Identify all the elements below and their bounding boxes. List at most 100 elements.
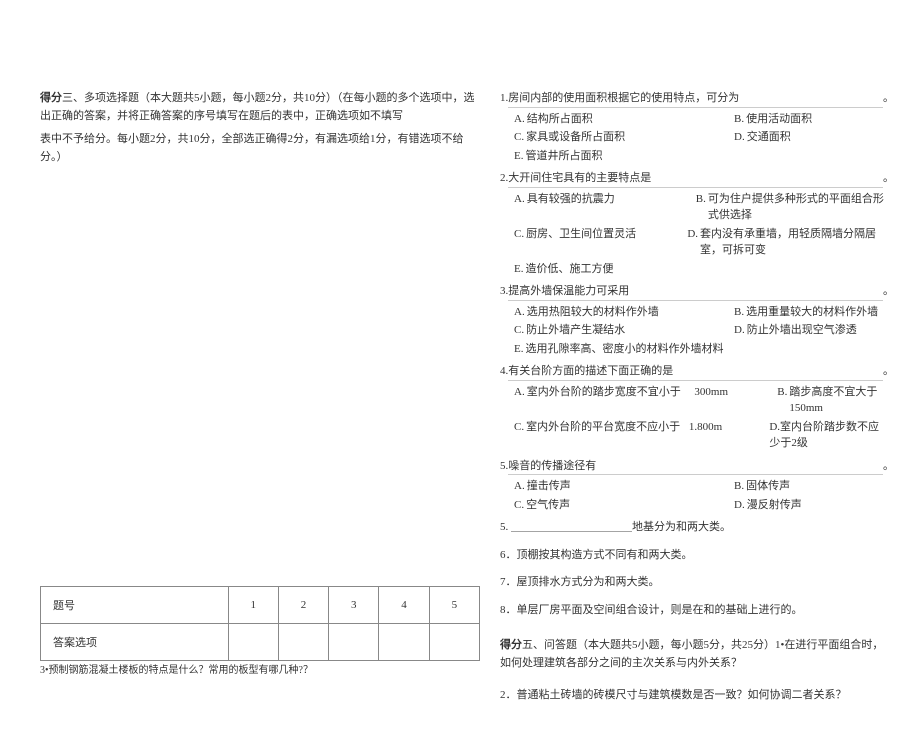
option-text: 踏步高度不宜大于150mm [789,384,886,417]
question-text: 噪音的传播途径有 [508,458,883,476]
col-2: 2 [278,587,328,624]
question-tail: 。 [883,90,894,107]
option-cell: D.交通面积 [734,129,894,146]
option-label: D. [734,322,745,339]
col-header-label: 题号 [41,587,229,624]
answer-table: 题号 1 2 3 4 5 答案选项 [40,586,480,661]
question-text: 提高外墙保温能力可采用 [508,283,883,301]
score-label: 得分 [40,92,62,104]
question-tail: 。 [883,458,894,475]
col-3: 3 [329,587,379,624]
question-block: 3.提高外墙保温能力可采用。A.选用热阻较大的材料作外墙B.选用重量较大的材料作… [500,283,894,357]
option-row: A.室内外台阶的踏步宽度不宜小于300mmB.踏步高度不宜大于150mm [514,384,894,417]
option-cell: D.防止外墙出现空气渗透 [734,322,865,339]
option-row: C.空气传声D.漫反射传声 [514,497,894,514]
option-row: E.选用孔隙率高、密度小的材料作外墙材料 [514,341,894,358]
question-row: 4.有关台阶方面的描述下面正确的是。 [500,363,894,381]
option-label: C. [514,226,524,243]
option-text: 管道井所占面积 [525,148,602,165]
option-cell: A.室内外台阶的踏步宽度不宜小于 [514,384,694,417]
option-text: 选用孔隙率高、密度小的材料作外墙材料 [525,341,723,358]
option-cell: B.使用活动面积 [734,111,894,128]
option-label: B. [696,191,706,208]
answer-cell[interactable] [278,624,328,661]
option-row: E.造价低、施工方便 [514,261,894,278]
option-text: 选用热阻较大的材料作外墙 [527,304,659,321]
option-label: A. [514,191,525,208]
col-1: 1 [228,587,278,624]
options: A.具有较强的抗震力B.可为住户提供多种形式的平面组合形式供选择C.厨房、卫生间… [500,191,894,278]
option-cell: B.固体传声 [734,478,798,495]
option-row: A.结构所占面积B.使用活动面积 [514,111,894,128]
option-text: 使用活动面积 [746,111,812,128]
option-text: 造价低、施工方便 [525,261,613,278]
option-row: A.撞击传声B.固体传声 [514,478,894,495]
fill-section: 5. ＿＿＿＿＿＿＿＿＿＿＿地基分为和两大类。 6．顶棚按其构造方式不同有和两大… [500,519,894,619]
option-row: A.选用热阻较大的材料作外墙B.选用重量较大的材料作外墙 [514,304,894,321]
option-cell: C.防止外墙产生凝结水 [514,322,734,339]
answer-cell[interactable] [329,624,379,661]
option-text: 防止外墙产生凝结水 [526,322,625,339]
option-cell: C.室内外台阶的平台宽度不应小于 [514,419,689,452]
fill-item: 6．顶棚按其构造方式不同有和两大类。 [500,547,894,565]
option-text: 家具或设备所占面积 [526,129,625,146]
option-text: 可为住户提供多种形式的平面组合形式供选择 [708,191,886,224]
col-4: 4 [379,587,429,624]
option-cell: E.造价低、施工方便 [514,261,734,278]
option-label: D. [734,497,745,514]
option-label: B. [734,304,744,321]
option-label: C. [514,129,524,146]
option-label: A. [514,304,525,321]
option-label: A. [514,384,525,401]
option-row: E.管道井所占面积 [514,148,894,165]
question-text: 房间内部的使用面积根据它的使用特点，可分为 [508,90,883,108]
option-text: 交通面积 [747,129,791,146]
option-label: E. [514,148,523,165]
question-number: 3. [500,283,508,300]
option-cell: C.厨房、卫生间位置灵活 [514,226,687,259]
answer-cell[interactable] [228,624,278,661]
option-text: D.室内台阶踏步数不应少于2级 [769,419,886,452]
option-cell: A.选用热阻较大的材料作外墙 [514,304,734,321]
option-label: B. [777,384,787,401]
option-cell: B.可为住户提供多种形式的平面组合形式供选择 [696,191,894,224]
option-text: 选用重量较大的材料作外墙 [746,304,878,321]
question-row: 1.房间内部的使用面积根据它的使用特点，可分为。 [500,90,894,108]
question-number: 4. [500,363,508,380]
option-cell: A.撞击传声 [514,478,734,495]
col-5: 5 [429,587,479,624]
option-text: 厨房、卫生间位置灵活 [526,226,636,243]
option-label: E. [514,341,523,358]
page-container: 得分三、多项选择题（本大题共5小题，每小题2分，共10分）（在每小题的多个选项中… [0,0,920,738]
option-label: A. [514,478,525,495]
row-label: 答案选项 [41,624,229,661]
essay-q2: 2．普通粘土砖墙的砖模尺寸与建筑模数是否一致？如何协调二者关系？ [500,687,894,705]
option-cell: A.结构所占面积 [514,111,734,128]
option-cell: C.空气传声 [514,497,734,514]
option-label: C. [514,497,524,514]
option-cell: B.踏步高度不宜大于150mm [777,384,894,417]
option-cell: E.选用孔隙率高、密度小的材料作外墙材料 [514,341,731,358]
option-text: 结构所占面积 [527,111,593,128]
answer-cell[interactable] [429,624,479,661]
question-number: 2. [500,170,508,187]
option-label: D. [734,129,745,146]
question-tail: 。 [883,170,894,187]
options: A.撞击传声B.固体传声C.空气传声D.漫反射传声 [500,478,894,513]
fill-item: 7．屋顶排水方式分为和两大类。 [500,574,894,592]
question-text: 大开间住宅具有的主要特点是 [508,170,883,188]
option-row: C.防止外墙产生凝结水D.防止外墙出现空气渗透 [514,322,894,339]
option-text: 室内外台阶的踏步宽度不宜小于 [527,384,681,401]
answer-cell[interactable] [379,624,429,661]
option-cell: D.漫反射传声 [734,497,810,514]
option-row: A.具有较强的抗震力B.可为住户提供多种形式的平面组合形式供选择 [514,191,894,224]
question-tail: 。 [883,283,894,300]
option-cell: 1.800m [689,419,769,452]
option-text: 固体传声 [746,478,790,495]
option-cell: 300mm [694,384,777,417]
section-3-desc: 三、多项选择题（本大题共5小题，每小题2分，共10分）（在每小题的多个选项中，选… [40,92,475,122]
option-cell: D.套内没有承重墙，用轻质隔墙分隔居室，可拆可变 [687,226,894,259]
question-tail: 。 [883,363,894,380]
question-number: 5. [500,458,508,475]
option-label: A. [514,111,525,128]
